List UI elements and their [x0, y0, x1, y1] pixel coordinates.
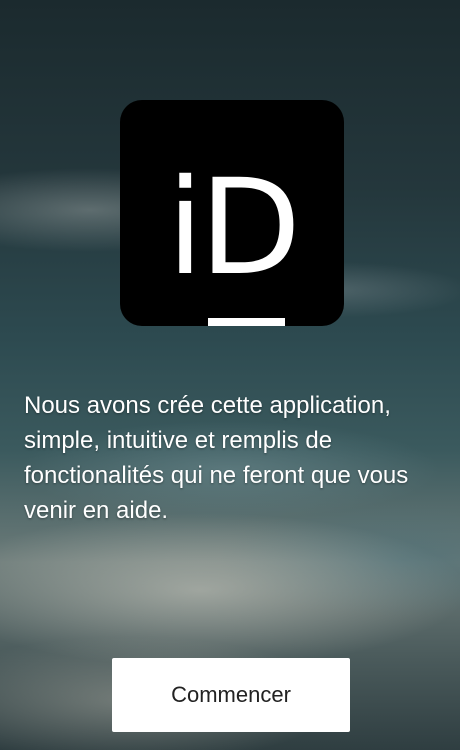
app-logo: iD: [120, 100, 344, 326]
logo-text: iD: [166, 151, 301, 305]
logo-underline: [208, 318, 285, 326]
start-button[interactable]: Commencer: [112, 658, 350, 732]
intro-text: Nous avons crée cette application, simpl…: [24, 392, 409, 524]
